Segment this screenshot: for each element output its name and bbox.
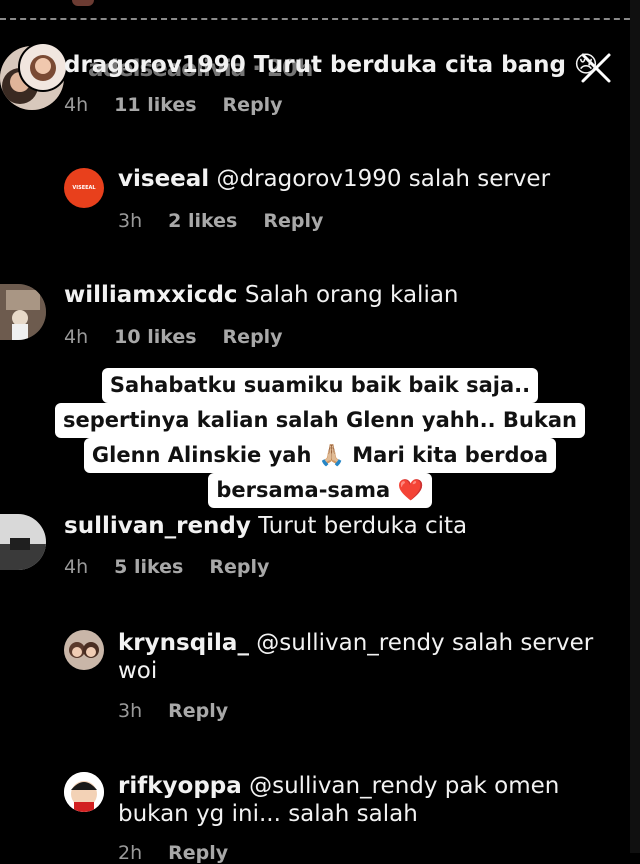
comment-line: sullivan_rendy Turut berduka cita: [64, 513, 467, 539]
avatar[interactable]: [0, 284, 46, 340]
reply-button[interactable]: Reply: [168, 700, 228, 722]
timestamp: 4h: [64, 556, 89, 578]
comment-text-continued: bukan yg ini... salah salah: [118, 801, 418, 827]
comment-line: rifkyoppa @sullivan_rendy pak omen: [118, 773, 559, 799]
comment-text-continued: woi: [118, 658, 158, 684]
caption-line: Sahabatku suamiku baik baik saja..: [101, 368, 539, 403]
comment-meta: 2h Reply: [118, 842, 254, 864]
timestamp: 4h: [64, 94, 89, 116]
comment-line: dragorov1990 Turut berduka cita bang 😢: [64, 52, 598, 78]
crying-emoji: 😢: [573, 52, 598, 78]
caption-line: bersama-sama ❤️: [208, 473, 432, 508]
timestamp: 2h: [118, 842, 143, 864]
avatar[interactable]: VISEEAL: [64, 168, 104, 208]
username[interactable]: viseeal: [118, 166, 209, 192]
avatar[interactable]: [0, 514, 46, 570]
comment-meta: 3h 2 likes Reply: [118, 210, 349, 232]
comment-text: @sullivan_rendy salah server: [256, 630, 594, 656]
cropped-avatar: [72, 0, 94, 6]
avatar[interactable]: [18, 42, 68, 92]
username[interactable]: krynsqila_: [118, 630, 249, 656]
comment-text: @sullivan_rendy pak omen: [249, 773, 560, 799]
reply-button[interactable]: Reply: [223, 94, 283, 116]
comment-line: williamxxicdc Salah orang kalian: [64, 282, 459, 308]
likes-count[interactable]: 10 likes: [114, 326, 196, 348]
comment-text: Salah orang kalian: [244, 282, 459, 308]
story-caption: Sahabatku suamiku baik baik saja.. seper…: [0, 368, 640, 508]
comment-meta: 4h 11 likes Reply: [64, 94, 309, 116]
reply-button[interactable]: Reply: [223, 326, 283, 348]
username[interactable]: dragorov1990: [64, 52, 246, 78]
comment-text: Turut berduka cita bang: [253, 52, 566, 78]
timestamp: 3h: [118, 210, 143, 232]
comment-line: viseeal @dragorov1990 salah server: [118, 166, 550, 192]
caption-line: sepertinya kalian salah Glenn yahh.. Buk…: [55, 403, 585, 438]
reply-button[interactable]: Reply: [209, 556, 269, 578]
comment-line: krynsqila_ @sullivan_rendy salah server: [118, 630, 593, 656]
likes-count[interactable]: 11 likes: [114, 94, 196, 116]
avatar-label: VISEEAL: [72, 185, 96, 191]
timestamp: 3h: [118, 700, 143, 722]
avatar[interactable]: [64, 630, 104, 670]
comment-meta: 3h Reply: [118, 700, 254, 722]
caption-line: Glenn Alinskie yah 🙏🏼 Mari kita berdoa: [83, 438, 557, 473]
username[interactable]: rifkyoppa: [118, 773, 242, 799]
reply-button[interactable]: Reply: [168, 842, 228, 864]
avatar[interactable]: [64, 772, 104, 812]
username[interactable]: sullivan_rendy: [64, 513, 251, 539]
dashed-divider: [0, 18, 640, 20]
comment-text: Turut berduka cita: [258, 513, 468, 539]
reply-button[interactable]: Reply: [263, 210, 323, 232]
comment-meta: 4h 5 likes Reply: [64, 556, 295, 578]
comment-meta: 4h 10 likes Reply: [64, 326, 309, 348]
comment-text: @dragorov1990 salah server: [216, 166, 551, 192]
timestamp: 4h: [64, 326, 89, 348]
right-edge-strip: [630, 0, 640, 853]
username[interactable]: williamxxicdc: [64, 282, 238, 308]
likes-count[interactable]: 2 likes: [168, 210, 237, 232]
likes-count[interactable]: 5 likes: [114, 556, 183, 578]
